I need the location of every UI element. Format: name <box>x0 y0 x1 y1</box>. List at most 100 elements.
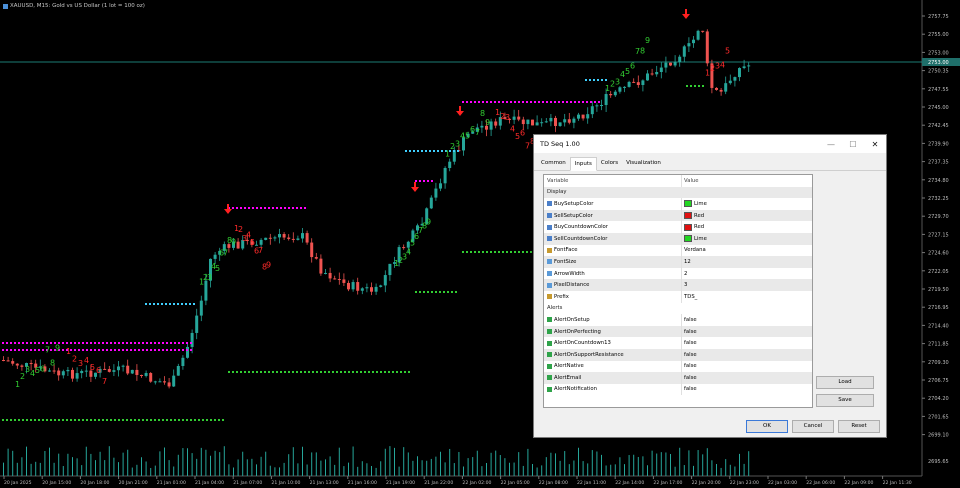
cancel-button[interactable]: Cancel <box>792 420 834 433</box>
param-value-cell[interactable]: Red <box>681 209 812 222</box>
resistance-level-dot <box>431 180 433 182</box>
candle-body <box>301 233 304 239</box>
param-value-cell[interactable]: 3 <box>681 279 812 291</box>
candle-body <box>121 365 125 367</box>
param-value-cell[interactable]: false <box>681 325 812 338</box>
resistance-level-dot <box>304 207 306 209</box>
support-level-dot <box>324 371 326 373</box>
resistance-level-dot <box>427 180 429 182</box>
param-value-cell[interactable]: false <box>681 314 812 326</box>
resistance-level-dot <box>114 342 116 344</box>
param-name-cell: AlertEmail <box>544 375 681 381</box>
param-value-cell[interactable]: false <box>681 337 812 349</box>
param-row-prefix[interactable]: Prefix TDS_ <box>544 290 812 303</box>
support-level-dot <box>423 291 425 293</box>
price-label: 2719.50 <box>928 287 949 293</box>
param-value-cell[interactable]: false <box>681 348 812 361</box>
support-level-dot <box>34 419 36 421</box>
param-value-cell[interactable]: false <box>681 360 812 373</box>
candle-body <box>153 381 157 383</box>
tab-colors[interactable]: Colors <box>597 157 622 170</box>
resistance-level-dot <box>186 349 188 351</box>
td-count-number: 9 <box>645 36 650 45</box>
param-value-cell[interactable]: 12 <box>681 256 812 268</box>
param-row-alertoncountdown13[interactable]: AlertOnCountdown13 false <box>544 337 812 349</box>
resistance-level-dot <box>34 342 36 344</box>
inputs-table[interactable]: Variable Value Display BuySetupColor Lime… <box>543 174 813 408</box>
param-row-alertonsupportresistance[interactable]: AlertOnSupportResistance false <box>544 348 812 361</box>
load-button[interactable]: Load <box>816 376 874 389</box>
param-row-sellcountdowncolor[interactable]: SellCountdownColor Lime <box>544 232 812 245</box>
param-row-alertemail[interactable]: AlertEmail false <box>544 372 812 384</box>
param-row-fontsize[interactable]: FontSize 12 <box>544 256 812 268</box>
param-value-cell[interactable]: false <box>681 372 812 384</box>
resistance-level-dot <box>174 342 176 344</box>
resistance-level-dot <box>62 342 64 344</box>
minimize-icon[interactable]: — <box>820 135 842 153</box>
param-value-cell[interactable]: Red <box>681 221 812 233</box>
time-label: 22 Jan 23:00 <box>730 480 759 486</box>
price-label: 2732.25 <box>928 196 949 202</box>
param-row-alertnotification[interactable]: AlertNotification false <box>544 383 812 396</box>
maximize-icon[interactable]: ☐ <box>842 135 864 153</box>
param-row-arrowwidth[interactable]: ArrowWidth 2 <box>544 267 812 280</box>
param-value-cell[interactable]: Lime <box>681 232 812 245</box>
close-icon[interactable]: ✕ <box>864 135 886 153</box>
param-row-fontface[interactable]: FontFace Verdana <box>544 244 812 257</box>
support-level-dot <box>312 371 314 373</box>
td-count-number: 7 <box>102 377 107 386</box>
support-level-dot <box>146 419 148 421</box>
tab-inputs[interactable]: Inputs <box>569 157 597 171</box>
resistance-level-dot <box>174 349 176 351</box>
save-button[interactable]: Save <box>816 394 874 407</box>
resistance-level-dot <box>74 349 76 351</box>
param-row-buycountdowncolor[interactable]: BuyCountdownColor Red <box>544 221 812 233</box>
resistance-level-dot <box>182 342 184 344</box>
tdst-level-dot <box>405 150 407 152</box>
support-level-dot <box>26 419 28 421</box>
candle-body <box>540 122 544 124</box>
reset-button[interactable]: Reset <box>838 420 880 433</box>
tdst-level-dot <box>429 150 431 152</box>
resistance-level-dot <box>186 342 188 344</box>
resistance-level-dot <box>38 342 40 344</box>
support-level-dot <box>280 371 282 373</box>
param-row-pixeldistance[interactable]: PixelDistance 3 <box>544 279 812 291</box>
param-row-alertonperfecting[interactable]: AlertOnPerfecting false <box>544 325 812 338</box>
tab-visualization[interactable]: Visualization <box>622 157 665 170</box>
param-value-cell[interactable]: Lime <box>681 198 812 210</box>
support-level-dot <box>90 419 92 421</box>
candle-body <box>664 62 668 68</box>
resistance-level-dot <box>146 342 148 344</box>
param-name-cell: Prefix <box>544 294 681 300</box>
ok-button[interactable]: OK <box>746 420 788 433</box>
param-value-cell[interactable]: Verdana <box>681 244 812 257</box>
param-row-buysetupcolor[interactable]: BuySetupColor Lime <box>544 198 812 210</box>
flag-param-icon <box>547 363 552 369</box>
param-value-cell[interactable]: false <box>681 383 812 396</box>
support-level-dot <box>38 419 40 421</box>
support-level-dot <box>268 371 270 373</box>
param-row-alertonsetup[interactable]: AlertOnSetup false <box>544 314 812 326</box>
resistance-level-dot <box>98 342 100 344</box>
param-value-cell[interactable]: TDS_ <box>681 290 812 303</box>
resistance-level-dot <box>126 342 128 344</box>
param-row-sellsetupcolor[interactable]: SellSetupColor Red <box>544 209 812 222</box>
candle-body <box>636 82 640 86</box>
support-level-dot <box>328 371 330 373</box>
resistance-level-dot <box>86 349 88 351</box>
tab-common[interactable]: Common <box>537 157 570 170</box>
time-label: 22 Jan 09:00 <box>844 480 873 486</box>
candle-body <box>383 275 387 286</box>
param-row-alertnative[interactable]: AlertNative false <box>544 360 812 373</box>
support-level-dot <box>466 251 468 253</box>
resistance-level-dot <box>538 101 540 103</box>
dialog-tabs: Common Inputs Colors Visualization <box>534 157 886 171</box>
resistance-level-dot <box>292 207 294 209</box>
dialog-titlebar[interactable]: TD Seq 1.00 — ☐ ✕ <box>534 135 886 153</box>
tdst-level-dot <box>457 150 459 152</box>
time-label: 22 Jan 20:00 <box>692 480 721 486</box>
chart-symbol-title: XAUUSD, M15: Gold vs US Dollar (1 lot = … <box>3 3 145 9</box>
param-value-cell[interactable]: 2 <box>681 267 812 280</box>
support-level-dot <box>150 419 152 421</box>
